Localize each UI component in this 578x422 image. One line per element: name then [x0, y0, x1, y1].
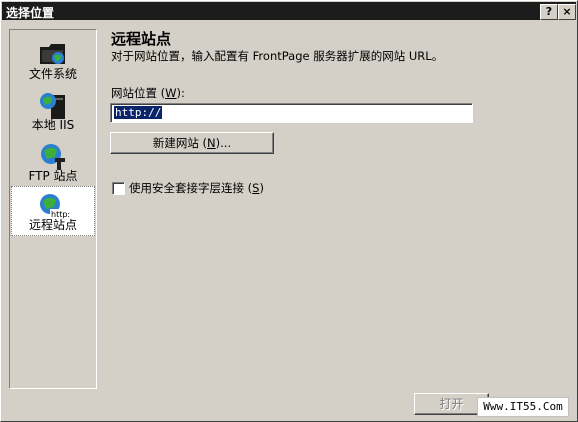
sidebar-item-ftp-site[interactable]: FTP 站点 [11, 136, 95, 186]
sidebar-item-label: 文件系统 [28, 67, 77, 81]
watermark-text: Www.IT55.Com [477, 397, 569, 417]
url-field-label: 网站位置 (W): [111, 86, 185, 100]
sidebar-item-label: 远程站点 [28, 218, 77, 232]
sidebar-item-local-iis[interactable]: 本地 IIS [11, 85, 95, 135]
window-title: 选择位置 [6, 6, 55, 20]
sidebar-item-remote-site[interactable]: http: 远程站点 [11, 186, 95, 236]
select-location-dialog: 选择位置 ? × 文件系统 本地 IIS FTP 站点 http: 远程站点 远… [0, 0, 578, 422]
help-button[interactable]: ? [540, 4, 558, 20]
page-description: 对于网站位置，输入配置有 FrontPage 服务器扩展的网站 URL。 [111, 49, 444, 63]
sidebar-item-label: 本地 IIS [31, 118, 75, 132]
page-title: 远程站点 [111, 30, 172, 48]
location-sidebar: 文件系统 本地 IIS FTP 站点 http: 远程站点 [9, 29, 97, 389]
title-bar[interactable]: 选择位置 ? × [2, 2, 576, 20]
ssl-checkbox[interactable] [112, 182, 125, 195]
url-input[interactable]: http:// [110, 103, 473, 123]
ssl-checkbox-label[interactable]: 使用安全套接字层连接 (S) [129, 180, 264, 196]
new-site-button[interactable]: 新建网站 (N)... [110, 132, 274, 154]
sidebar-item-label: FTP 站点 [28, 169, 78, 183]
url-input-value: http:// [114, 106, 163, 119]
sidebar-item-file-system[interactable]: 文件系统 [11, 34, 95, 84]
close-button[interactable]: × [558, 4, 576, 20]
